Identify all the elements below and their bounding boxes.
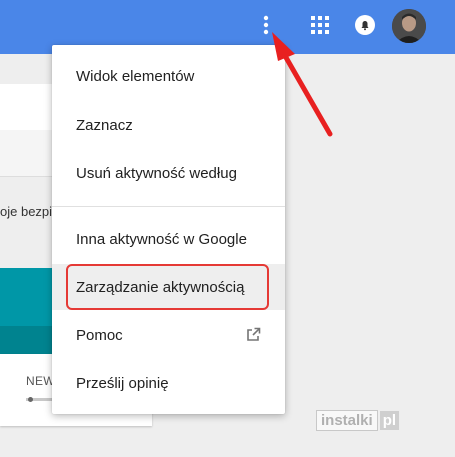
menu-item-label: Prześlij opinię (76, 374, 169, 392)
annotation-arrow-icon (272, 32, 333, 137)
menu-item-label: Inna aktywność w Google (76, 230, 247, 248)
menu-item-label: Pomoc (76, 326, 123, 344)
background-card (0, 84, 60, 131)
user-avatar[interactable] (392, 9, 426, 43)
menu-item-other-google-activity[interactable]: Inna aktywność w Google (52, 216, 285, 262)
menu-divider (52, 206, 285, 207)
background-slider-thumb (28, 397, 33, 402)
menu-item-item-view[interactable]: Widok elementów (52, 53, 285, 99)
background-banner-strip (0, 326, 60, 354)
open-in-new-icon (246, 327, 261, 342)
overflow-menu: Widok elementów Zaznacz Usuń aktywność w… (52, 45, 285, 414)
menu-item-label: Usuń aktywność według (76, 164, 237, 182)
menu-item-delete-activity-by[interactable]: Usuń aktywność według (52, 150, 285, 196)
bell-icon[interactable] (354, 14, 376, 36)
watermark-suffix: pl (379, 410, 400, 430)
watermark: instalki pl (316, 408, 400, 432)
menu-item-send-feedback[interactable]: Prześlij opinię (52, 360, 285, 406)
watermark-text: instalki (316, 409, 378, 431)
background-card (0, 130, 60, 177)
menu-item-help[interactable]: Pomoc (52, 312, 285, 358)
menu-item-label: Zaznacz (76, 116, 133, 134)
new-label: NEW (26, 374, 55, 388)
menu-item-select[interactable]: Zaznacz (52, 102, 285, 148)
menu-item-label: Widok elementów (76, 67, 195, 85)
highlight-annotation-box (66, 264, 269, 310)
background-text: oje bezpi (0, 204, 53, 219)
